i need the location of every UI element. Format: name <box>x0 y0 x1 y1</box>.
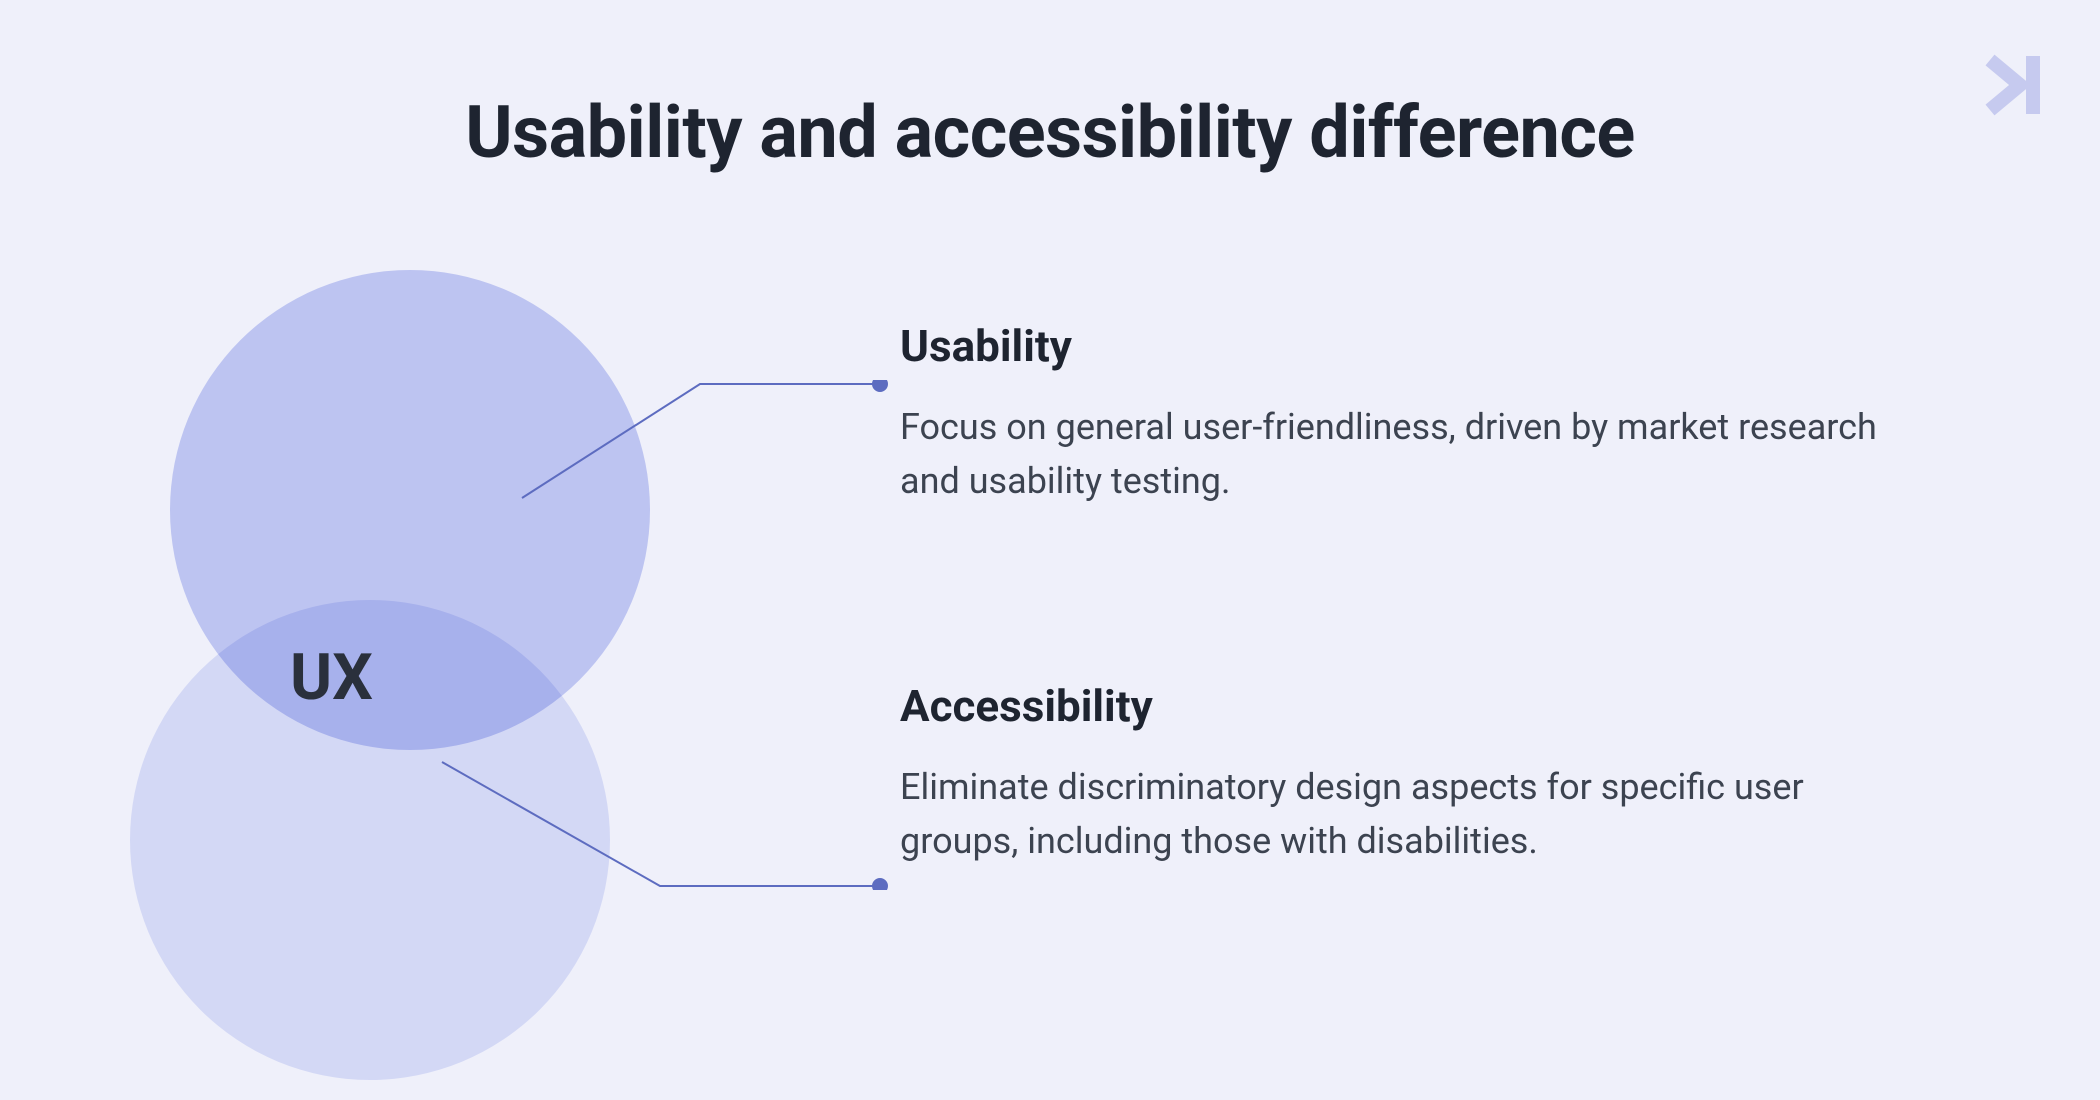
body-usability: Focus on general user-friendliness, driv… <box>900 400 1900 508</box>
body-accessibility: Eliminate discriminatory design aspects … <box>900 760 1900 868</box>
heading-accessibility: Accessibility <box>900 680 1900 732</box>
connector-accessibility <box>440 760 890 890</box>
section-accessibility: Accessibility Eliminate discriminatory d… <box>900 680 1900 868</box>
brand-logo-icon <box>1980 50 2050 120</box>
section-usability: Usability Focus on general user-friendli… <box>900 320 1900 508</box>
venn-label-ux: UX <box>290 640 373 715</box>
heading-usability: Usability <box>900 320 1900 372</box>
venn-diagram: UX <box>130 250 630 1070</box>
connector-usability <box>520 380 890 500</box>
page-title: Usability and accessibility difference <box>0 90 2100 175</box>
